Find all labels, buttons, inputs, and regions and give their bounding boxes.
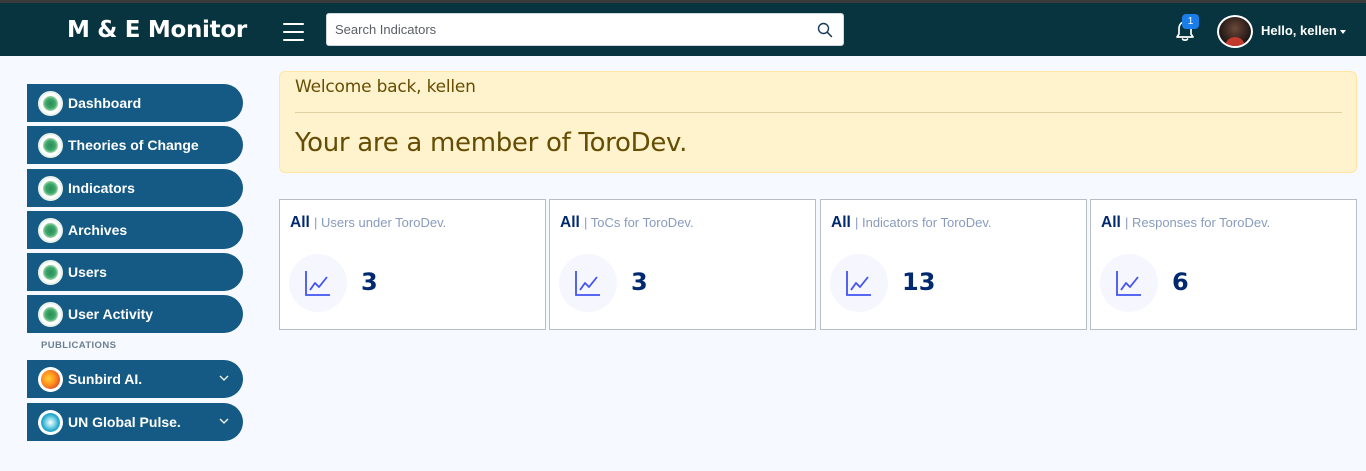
line-chart-icon bbox=[575, 271, 600, 296]
membership-message: Your are a member of ToroDev. bbox=[295, 128, 688, 158]
sidebar-item-sunbird-ai[interactable]: Sunbird AI. bbox=[27, 360, 243, 399]
responses-card: All | Responses for ToroDev. 6 bbox=[1090, 199, 1357, 330]
caret-down-icon bbox=[1339, 29, 1346, 34]
users-card: All | Users under ToroDev. 3 bbox=[279, 199, 546, 330]
card-subtitle: | Indicators for ToroDev. bbox=[854, 215, 992, 230]
card-filter[interactable]: All bbox=[560, 214, 580, 231]
tocs-card: All | ToCs for ToroDev. 3 bbox=[549, 199, 816, 330]
org-logo-icon bbox=[38, 175, 63, 201]
sidebar-item-label: Indicators bbox=[68, 179, 135, 196]
search-icon[interactable] bbox=[817, 22, 833, 38]
sidebar-item-archives[interactable]: Archives bbox=[27, 210, 243, 249]
sidebar-item-label: UN Global Pulse. bbox=[68, 413, 181, 430]
card-subtitle: | Responses for ToroDev. bbox=[1124, 215, 1271, 230]
welcome-message: Welcome back, kellen bbox=[295, 77, 476, 97]
top-header: M & E Monitor 1 Hello, kellen bbox=[0, 0, 1366, 56]
avatar[interactable] bbox=[1217, 15, 1253, 48]
card-heading: All | Indicators for ToroDev. bbox=[831, 214, 992, 232]
card-filter[interactable]: All bbox=[831, 214, 851, 231]
chevron-down-icon[interactable] bbox=[218, 372, 230, 384]
sidebar-item-label: User Activity bbox=[68, 306, 154, 323]
un-global-pulse-logo-icon bbox=[38, 409, 63, 435]
sidebar-item-dashboard[interactable]: Dashboard bbox=[27, 84, 243, 122]
sidebar-item-theories-of-change[interactable]: Theories of Change bbox=[27, 126, 243, 165]
sidebar-item-users[interactable]: Users bbox=[27, 253, 243, 292]
card-icon-wrap bbox=[559, 254, 617, 312]
org-logo-icon bbox=[38, 217, 63, 243]
sidebar-item-user-activity[interactable]: User Activity bbox=[27, 295, 243, 334]
sidebar-item-label: Users bbox=[68, 264, 107, 281]
card-icon-wrap bbox=[830, 254, 888, 312]
chevron-down-icon[interactable] bbox=[218, 415, 230, 427]
card-subtitle: | Users under ToroDev. bbox=[313, 215, 447, 230]
org-logo-icon bbox=[38, 91, 63, 116]
sidebar: Dashboard Theories of Change Indicators … bbox=[27, 84, 243, 445]
search-input[interactable] bbox=[327, 14, 797, 45]
sidebar-item-un-global-pulse[interactable]: UN Global Pulse. bbox=[27, 402, 243, 441]
org-logo-icon bbox=[38, 302, 63, 328]
sidebar-item-label: Archives bbox=[68, 221, 128, 238]
sidebar-item-label: Dashboard bbox=[68, 95, 142, 111]
user-menu-toggle[interactable]: Hello, kellen bbox=[1261, 23, 1346, 38]
card-filter[interactable]: All bbox=[1101, 214, 1121, 231]
welcome-alert: Welcome back, kellen Your are a member o… bbox=[279, 71, 1357, 173]
hamburger-menu-icon[interactable] bbox=[283, 23, 304, 41]
alert-divider bbox=[295, 112, 1342, 113]
card-value: 6 bbox=[1172, 268, 1189, 296]
card-subtitle: | ToCs for ToroDev. bbox=[583, 215, 694, 230]
search-bar bbox=[326, 13, 844, 46]
notification-badge: 1 bbox=[1182, 14, 1199, 29]
sidebar-section-publications: PUBLICATIONS bbox=[41, 340, 117, 352]
sunbird-logo-icon bbox=[38, 367, 63, 393]
card-heading: All | ToCs for ToroDev. bbox=[560, 214, 694, 232]
line-chart-icon bbox=[305, 271, 330, 296]
org-logo-icon bbox=[38, 260, 63, 286]
card-value: 3 bbox=[361, 268, 378, 296]
card-value: 3 bbox=[631, 268, 648, 296]
sidebar-item-indicators[interactable]: Indicators bbox=[27, 168, 243, 207]
user-greeting: Hello, kellen bbox=[1261, 23, 1337, 38]
card-value: 13 bbox=[902, 268, 936, 296]
card-heading: All | Users under ToroDev. bbox=[290, 214, 446, 232]
org-logo-icon bbox=[38, 133, 63, 159]
line-chart-icon bbox=[846, 271, 871, 296]
card-icon-wrap bbox=[289, 254, 347, 312]
sidebar-item-label: Sunbird AI. bbox=[68, 371, 143, 388]
sidebar-item-label: Theories of Change bbox=[68, 137, 199, 154]
card-filter[interactable]: All bbox=[290, 214, 310, 231]
app-brand[interactable]: M & E Monitor bbox=[67, 17, 247, 43]
card-heading: All | Responses for ToroDev. bbox=[1101, 214, 1270, 232]
indicators-card: All | Indicators for ToroDev. 13 bbox=[820, 199, 1087, 330]
line-chart-icon bbox=[1116, 271, 1141, 296]
card-icon-wrap bbox=[1100, 254, 1158, 312]
